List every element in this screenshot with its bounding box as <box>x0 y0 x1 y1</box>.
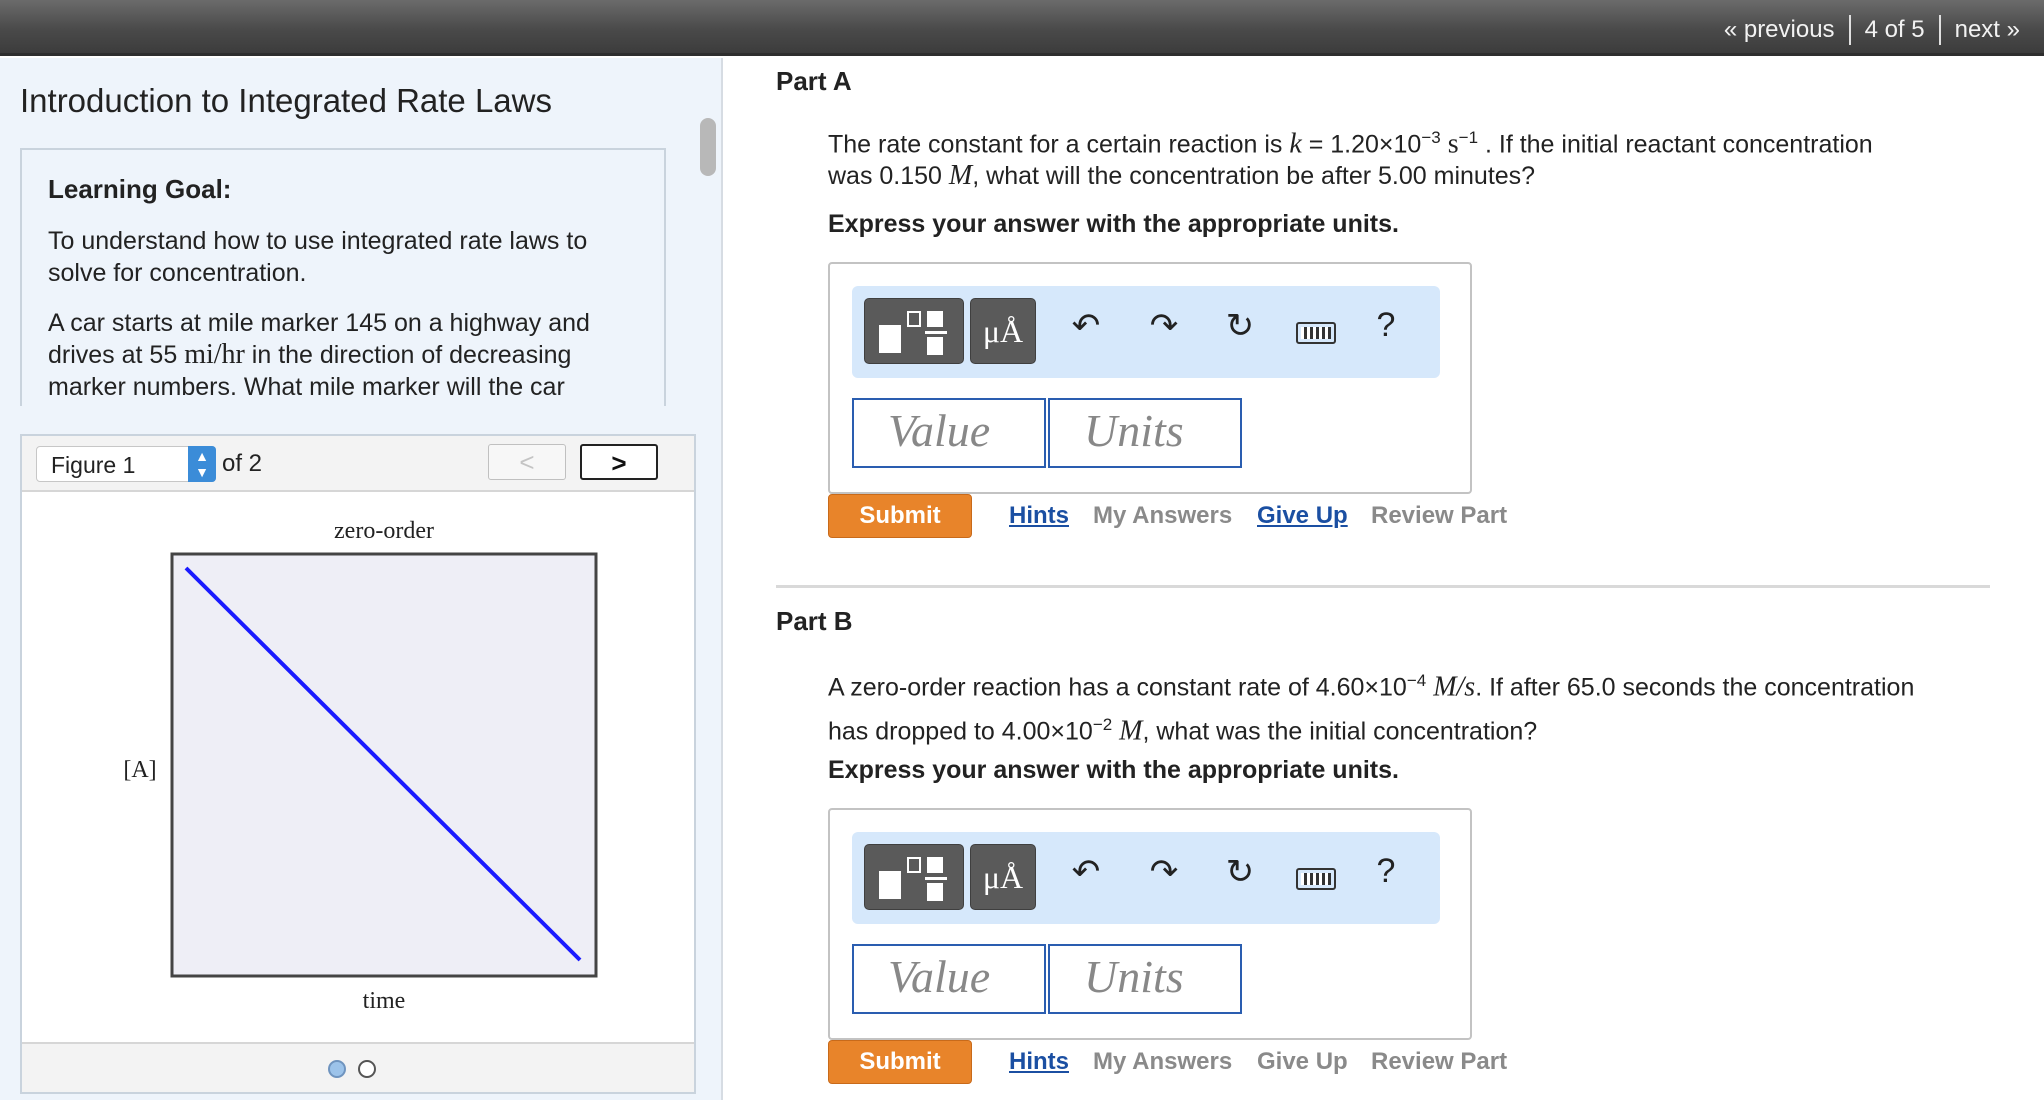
figure-dot-1[interactable] <box>328 1060 346 1078</box>
redo-icon[interactable]: ↷ <box>1144 306 1184 346</box>
part-b-my-answers-link[interactable]: My Answers <box>1093 1048 1232 1076</box>
problem-intro-text: A car starts at mile marker 145 on a hig… <box>48 307 638 403</box>
learning-goal-box: Learning Goal: To understand how to use … <box>20 148 666 406</box>
top-bar: « previous 4 of 5 next » <box>0 0 2044 56</box>
templates-button[interactable] <box>864 844 964 910</box>
zero-order-graph: zero-order [A] time <box>123 518 598 1014</box>
figure-dot-2[interactable] <box>358 1060 376 1078</box>
part-b-give-up-link[interactable]: Give Up <box>1257 1048 1348 1076</box>
nav-separator <box>1848 15 1851 45</box>
part-a-text: was 0.150 <box>828 162 949 191</box>
part-b-text: has dropped to 4.00×10 <box>828 717 1093 746</box>
part-a-question: The rate constant for a certain reaction… <box>828 122 1998 192</box>
redo-icon[interactable]: ↷ <box>1144 852 1184 892</box>
top-navigation: « previous 4 of 5 next » <box>1724 14 2020 46</box>
part-a-submit-button[interactable]: Submit <box>828 494 972 538</box>
part-a-review-link[interactable]: Review Part <box>1371 502 1507 530</box>
item-position: 4 of 5 <box>1864 16 1925 43</box>
select-arrows-icon: ▲ ▼ <box>188 446 216 482</box>
graph-title: zero-order <box>334 518 434 544</box>
part-a-text: . If the initial reactant concentration <box>1478 130 1873 159</box>
assignment-title: Introduction to Integrated Rate Laws <box>20 82 552 119</box>
reset-icon[interactable]: ↻ <box>1220 306 1260 346</box>
rate-constant-symbol: k <box>1289 128 1302 160</box>
rate-unit: M/s <box>1433 671 1476 703</box>
part-a-text: = 1.20×10 <box>1301 130 1422 159</box>
x-axis-label: time <box>363 988 406 1014</box>
help-icon[interactable]: ? <box>1366 852 1406 891</box>
math-toolbar: μÅ ↶ ↷ ↻ ? <box>852 286 1440 378</box>
figure-select[interactable]: Figure 1 ▲ ▼ <box>36 446 216 482</box>
part-b-review-link[interactable]: Review Part <box>1371 1048 1507 1076</box>
keyboard-icon[interactable] <box>1296 868 1336 890</box>
scrollbar-thumb[interactable] <box>700 118 716 176</box>
part-a-text: , what will the concentration be after 5… <box>972 162 1536 191</box>
part-a-give-up-link[interactable]: Give Up <box>1257 502 1348 530</box>
reset-icon[interactable]: ↻ <box>1220 852 1260 892</box>
part-b-answer-box: μÅ ↶ ↷ ↻ ? Value Units <box>828 808 1472 1040</box>
keyboard-icon[interactable] <box>1296 322 1336 344</box>
help-icon[interactable]: ? <box>1366 306 1406 345</box>
part-b-hints-link[interactable]: Hints <box>1009 1048 1069 1076</box>
part-b-submit-button[interactable]: Submit <box>828 1040 972 1084</box>
figure-pager <box>22 1042 694 1092</box>
next-figure-button[interactable]: > <box>580 444 658 480</box>
value-input[interactable]: Value <box>852 398 1046 468</box>
part-b-question: A zero-order reaction has a constant rat… <box>828 662 1998 751</box>
molarity-unit: M <box>1119 715 1143 747</box>
figure-toolbar: Figure 1 ▲ ▼ of 2 < > <box>22 436 694 492</box>
next-link[interactable]: next » <box>1955 16 2020 44</box>
units-button[interactable]: μÅ <box>970 298 1036 364</box>
undo-icon[interactable]: ↶ <box>1066 306 1106 346</box>
part-divider <box>776 585 1990 588</box>
part-a-text: The rate constant for a certain reaction… <box>828 130 1290 159</box>
figure-count: of 2 <box>222 450 263 477</box>
exponent: −3 <box>1421 128 1441 147</box>
figure-select-value: Figure 1 <box>51 452 136 478</box>
part-a-my-answers-link[interactable]: My Answers <box>1093 502 1232 530</box>
math-toolbar: μÅ ↶ ↷ ↻ ? <box>852 832 1440 924</box>
part-a-instruction: Express your answer with the appropriate… <box>828 210 1399 238</box>
part-a-answer-box: μÅ ↶ ↷ ↻ ? Value Units <box>828 262 1472 494</box>
units-input[interactable]: Units <box>1048 398 1242 468</box>
learning-goal-heading: Learning Goal: <box>48 174 232 204</box>
templates-button[interactable] <box>864 298 964 364</box>
exponent: −1 <box>1458 128 1479 147</box>
nav-separator <box>1938 15 1941 45</box>
value-input[interactable]: Value <box>852 944 1046 1014</box>
previous-figure-button[interactable]: < <box>488 444 566 480</box>
part-b-text: A zero-order reaction has a constant rat… <box>828 673 1407 702</box>
undo-icon[interactable]: ↶ <box>1066 852 1106 892</box>
units-button[interactable]: μÅ <box>970 844 1036 910</box>
part-a-heading: Part A <box>776 66 852 96</box>
part-b-text: , what was the initial concentration? <box>1142 717 1538 746</box>
part-b-instruction: Express your answer with the appropriate… <box>828 756 1399 784</box>
part-b-heading: Part B <box>776 606 853 636</box>
speed-unit: mi/hr <box>184 339 245 370</box>
units-input[interactable]: Units <box>1048 944 1242 1014</box>
learning-goal-text: To understand how to use integrated rate… <box>48 227 588 287</box>
part-b-text: . If after 65.0 seconds the concentratio… <box>1475 673 1915 702</box>
exponent: −2 <box>1092 715 1113 735</box>
molarity-unit: M <box>948 160 973 192</box>
exponent: −4 <box>1406 671 1427 690</box>
previous-link[interactable]: « previous <box>1724 16 1835 44</box>
figure-panel: Figure 1 ▲ ▼ of 2 < > zero-order [A] time <box>20 434 696 1094</box>
seconds-unit: s <box>1440 128 1459 160</box>
y-axis-label: [A] <box>123 757 156 783</box>
part-a-hints-link[interactable]: Hints <box>1009 502 1069 530</box>
